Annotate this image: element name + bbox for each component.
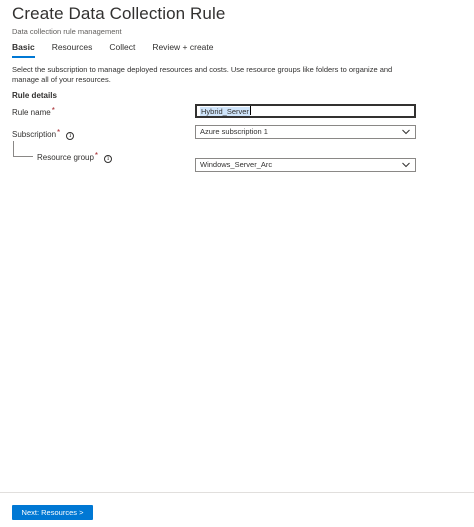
- page-header: Create Data Collection Rule Data collect…: [12, 4, 225, 36]
- chevron-down-icon: [402, 162, 410, 168]
- required-marker: *: [51, 106, 55, 115]
- rule-name-label: Rule name*: [12, 106, 55, 118]
- required-marker: *: [94, 151, 99, 160]
- text-cursor: [249, 106, 251, 115]
- footer-divider: [0, 492, 474, 493]
- resource-group-select[interactable]: Windows_Server_Arc: [195, 158, 416, 172]
- subscription-label: Subscription* i: [12, 128, 75, 140]
- required-marker: *: [57, 128, 61, 137]
- rule-name-input[interactable]: Hybrid_Server: [195, 104, 416, 118]
- rule-name-label-text: Rule name: [12, 108, 51, 117]
- next-resources-button[interactable]: Next: Resources >: [12, 505, 93, 520]
- tree-connector-vertical: [13, 141, 14, 156]
- info-circle-icon[interactable]: i: [104, 155, 113, 163]
- rule-name-value: Hybrid_Server: [200, 107, 250, 116]
- subscription-label-text: Subscription: [12, 130, 57, 139]
- tab-bar: Basic Resources Collect Review + create: [12, 42, 231, 58]
- tab-collect[interactable]: Collect: [109, 42, 135, 58]
- subscription-select[interactable]: Azure subscription 1: [195, 125, 416, 139]
- tab-resources[interactable]: Resources: [52, 42, 93, 58]
- page-subtitle: Data collection rule management: [12, 27, 122, 36]
- rule-details-heading: Rule details: [12, 91, 57, 100]
- resource-group-value: Windows_Server_Arc: [200, 160, 273, 169]
- chevron-down-icon: [402, 129, 410, 135]
- tab-review-create[interactable]: Review + create: [152, 42, 213, 58]
- subscription-value: Azure subscription 1: [200, 127, 268, 136]
- page-title: Create Data Collection Rule: [12, 4, 226, 23]
- resource-group-label: Resource group* i: [37, 151, 113, 163]
- tree-connector-horizontal: [13, 156, 33, 157]
- resource-group-label-text: Resource group: [37, 153, 94, 162]
- description-text: Select the subscription to manage deploy…: [12, 65, 393, 84]
- info-circle-icon[interactable]: i: [66, 132, 75, 140]
- tab-basic[interactable]: Basic: [12, 42, 35, 58]
